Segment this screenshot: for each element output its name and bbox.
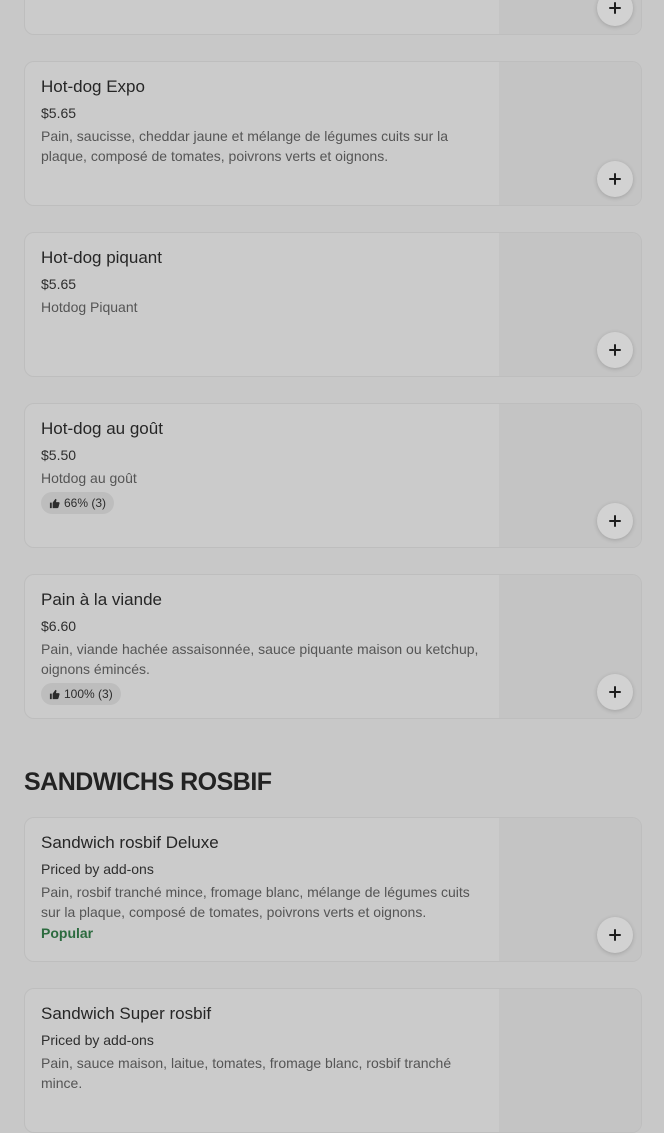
section-title: SANDWICHS ROSBIF [24, 768, 272, 796]
menu-item-card-partial[interactable] [24, 0, 642, 35]
rating-text: 100% (3) [64, 687, 113, 701]
menu-item-card[interactable]: Sandwich Super rosbif Priced by add-ons … [24, 988, 642, 1133]
plus-icon [609, 173, 621, 185]
item-price: $5.65 [41, 105, 77, 121]
item-description: Pain, rosbif tranché mince, fromage blan… [41, 884, 470, 920]
add-to-cart-button[interactable] [597, 674, 633, 710]
add-to-cart-button[interactable] [597, 503, 633, 539]
menu-item-card[interactable]: Sandwich rosbif Deluxe Priced by add-ons… [24, 817, 642, 962]
add-to-cart-button[interactable] [597, 161, 633, 197]
rating-badge: 66% (3) [41, 492, 115, 514]
menu-item-card[interactable]: Pain à la viande $6.60 Pain, viande hach… [24, 574, 642, 719]
item-price: $5.65 [41, 276, 77, 292]
plus-icon [609, 929, 621, 941]
rating-text: 66% (3) [64, 496, 107, 510]
item-description: Hotdog Piquant [41, 299, 138, 315]
item-price: $5.50 [41, 447, 77, 463]
item-title: Hot-dog au goût [41, 419, 163, 438]
item-price: Priced by add-ons [41, 1032, 154, 1048]
item-title: Pain à la viande [41, 590, 162, 609]
item-description: Pain, saucisse, cheddar jaune et mélange… [41, 128, 449, 164]
item-title: Hot-dog Expo [41, 77, 145, 96]
item-image [499, 989, 641, 1132]
item-title: Sandwich Super rosbif [41, 1004, 212, 1023]
plus-icon [609, 344, 621, 356]
plus-icon [609, 515, 621, 527]
thumbs-up-icon [49, 689, 60, 699]
item-description: Pain, viande hachée assaisonnée, sauce p… [41, 641, 479, 677]
item-description: Hotdog au goût [41, 470, 137, 486]
item-description: Pain, sauce maison, laitue, tomates, fro… [41, 1055, 452, 1091]
plus-icon [609, 2, 621, 14]
add-to-cart-button[interactable] [597, 332, 633, 368]
menu-item-card[interactable]: Hot-dog Expo $5.65 Pain, saucisse, chedd… [24, 61, 642, 206]
rating-badge: 100% (3) [41, 683, 121, 705]
item-price: Priced by add-ons [41, 861, 154, 877]
add-to-cart-button[interactable] [597, 917, 633, 953]
popular-tag: Popular [41, 925, 94, 941]
menu-page: Hot-dog Expo $5.65 Pain, saucisse, chedd… [0, 0, 664, 1133]
item-title: Sandwich rosbif Deluxe [41, 833, 219, 852]
menu-item-card[interactable]: Hot-dog au goût $5.50 Hotdog au goût 66%… [24, 403, 642, 548]
plus-icon [609, 686, 621, 698]
menu-item-card[interactable]: Hot-dog piquant $5.65 Hotdog Piquant [24, 232, 642, 377]
thumbs-up-icon [49, 498, 60, 508]
item-price: $6.60 [41, 618, 77, 634]
item-title: Hot-dog piquant [41, 248, 162, 267]
